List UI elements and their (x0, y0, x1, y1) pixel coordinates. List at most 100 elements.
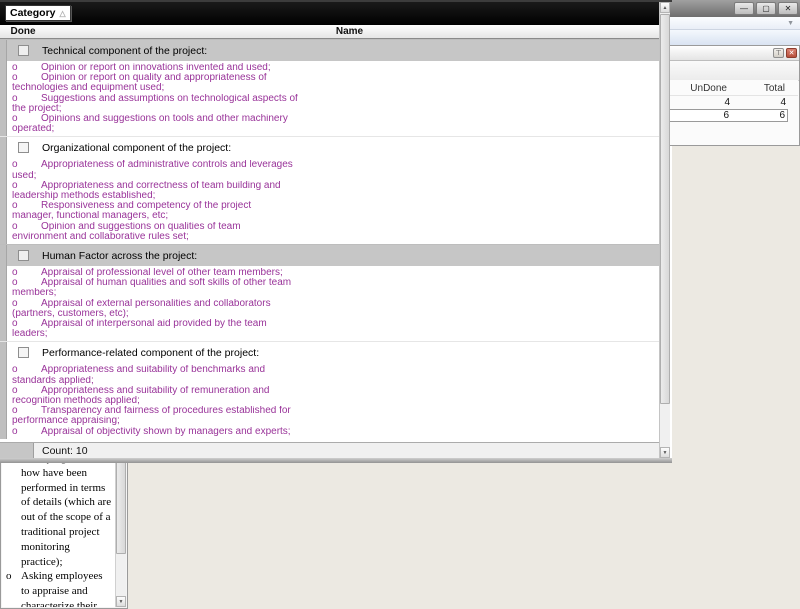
minimize-button[interactable]: — (734, 2, 754, 15)
note-line-bullet: o (12, 114, 41, 124)
note-bullet: o (6, 569, 21, 607)
note-list-item: oAsking employees to appraise and charac… (6, 569, 112, 607)
note-line-bullet: o (12, 427, 41, 437)
note-line: recognition methods applied; (12, 396, 659, 406)
note-line: oAppropriateness of administrative contr… (12, 160, 659, 170)
note-line: the project; (12, 104, 659, 114)
note-line: oResponsiveness and competency of the pr… (12, 201, 659, 211)
note-line-bullet: o (12, 406, 41, 416)
task-notes-block[interactable]: oAppraisal of professional level of othe… (0, 266, 659, 341)
category-total-count: 6 (729, 110, 787, 121)
task-row[interactable]: Organizational component of the project: (0, 136, 659, 158)
task-notes-block[interactable]: oAppropriateness and suitability of benc… (0, 363, 659, 438)
task-notes-text: oAppropriateness and suitability of benc… (7, 363, 659, 438)
note-line-bullet: o (12, 63, 41, 73)
done-cell (7, 250, 40, 261)
note-line-bullet: o (12, 94, 41, 104)
note-line: performance appraising; (12, 416, 659, 426)
note-line: oOpinion or report on innovations invent… (12, 63, 659, 73)
done-checkbox[interactable] (18, 347, 29, 358)
row-indicator-cell (0, 158, 7, 244)
note-line: oAppropriateness and correctness of team… (12, 181, 659, 191)
grid-header-row: Done Name (0, 25, 659, 39)
note-line-bullet: o (12, 181, 41, 191)
column-header-name[interactable]: Name (40, 26, 659, 37)
task-row[interactable]: Technical component of the project: (0, 39, 659, 61)
row-indicator-cell (0, 363, 7, 438)
category-undone-count: 4 (670, 97, 730, 108)
column-header-undone[interactable]: UnDone (667, 83, 727, 94)
note-bullet: o (6, 451, 21, 569)
maximize-button[interactable]: ▢ (756, 2, 776, 15)
row-indicator-cell (0, 61, 7, 136)
task-notes-text: oAppraisal of professional level of othe… (7, 266, 659, 341)
note-line: oTransparency and fairness of procedures… (12, 406, 659, 416)
note-line: oAppraisal of external personalities and… (12, 299, 659, 309)
done-cell (7, 142, 40, 153)
task-notes-text: oOpinion or report on innovations invent… (7, 61, 659, 136)
task-row[interactable]: Human Factor across the project: (0, 244, 659, 266)
done-checkbox[interactable] (18, 45, 29, 56)
grid-scroll-down-icon[interactable]: ▼ (660, 447, 670, 458)
note-line: environment and collaborative rules set; (12, 232, 659, 242)
note-line: oSuggestions and assumptions on technolo… (12, 94, 659, 104)
row-indicator-cell (0, 137, 7, 158)
task-notes-block[interactable]: oAppropriateness of administrative contr… (0, 158, 659, 244)
menu-overflow-icon[interactable]: ▼ (787, 20, 794, 27)
categories-pin-icon[interactable]: ⊤ (773, 48, 784, 58)
column-header-done[interactable]: Done (6, 26, 40, 37)
task-name: Technical component of the project: (40, 45, 659, 57)
close-button[interactable]: ✕ (778, 2, 798, 15)
task-notes-block[interactable]: oOpinion or report on innovations invent… (0, 61, 659, 136)
grid-status-bar: Count: 10 (0, 442, 659, 458)
note-line: oOpinions and suggestions on tools and o… (12, 114, 659, 124)
note-list-item: oClarifying what and how have been perfo… (6, 451, 112, 569)
note-line: oAppraisal of professional level of othe… (12, 268, 659, 278)
task-rows: Technical component of the project: oOpin… (0, 39, 659, 442)
row-indicator-cell (0, 342, 7, 363)
row-indicator-cell (0, 266, 7, 341)
note-scroll-down-icon[interactable]: ▼ (116, 596, 126, 607)
note-line: operated; (12, 124, 659, 134)
note-line: used; (12, 171, 659, 181)
note-line-bullet: o (12, 268, 41, 278)
task-name: Organizational component of the project: (40, 142, 659, 154)
sort-ascending-icon: △ (60, 9, 66, 18)
note-line: (partners, customers, etc); (12, 309, 659, 319)
done-cell (7, 45, 40, 56)
note-line-bullet: o (12, 319, 41, 329)
note-item-text: Clarifying what and how have been perfor… (21, 451, 112, 569)
task-name: Performance-related component of the pro… (40, 347, 659, 359)
note-line-bullet: o (12, 365, 41, 375)
group-by-label: Category (10, 7, 56, 19)
task-row[interactable]: Performance-related component of the pro… (0, 341, 659, 363)
categories-close-icon[interactable]: ✕ (786, 48, 797, 58)
note-line: oAppraisal of interpersonal aid provided… (12, 319, 659, 329)
status-indicator-cell (0, 443, 34, 458)
grid-scroll-thumb[interactable] (660, 14, 670, 404)
note-line: leaders; (12, 329, 659, 339)
note-line: oAppropriateness and suitability of benc… (12, 365, 659, 375)
done-checkbox[interactable] (18, 250, 29, 261)
note-line: standards applied; (12, 376, 659, 386)
grid-scroll-up-icon[interactable]: ▲ (660, 2, 670, 13)
note-line: oOpinion and suggestions on qualities of… (12, 222, 659, 232)
note-line-bullet: o (12, 201, 41, 211)
task-notes-text: oAppropriateness of administrative contr… (7, 158, 659, 244)
note-line: leadership methods established; (12, 191, 659, 201)
done-cell (7, 347, 40, 358)
note-line-bullet: o (12, 160, 41, 170)
grid-bottom-edge (0, 458, 672, 463)
category-undone-count: 6 (669, 110, 729, 121)
note-line: technologies and equipment used; (12, 83, 659, 93)
group-by-band[interactable]: Category △ (0, 2, 659, 25)
category-total-count: 4 (730, 97, 788, 108)
note-line: oOpinion or report on quality and approp… (12, 73, 659, 83)
grid-scrollbar[interactable]: ▲ ▼ (659, 2, 670, 458)
group-by-category-button[interactable]: Category △ (5, 5, 71, 21)
note-line-bullet: o (12, 222, 41, 232)
row-indicator-cell (0, 40, 7, 61)
column-header-total[interactable]: Total (732, 83, 785, 94)
done-checkbox[interactable] (18, 142, 29, 153)
note-line-bullet: o (12, 386, 41, 396)
